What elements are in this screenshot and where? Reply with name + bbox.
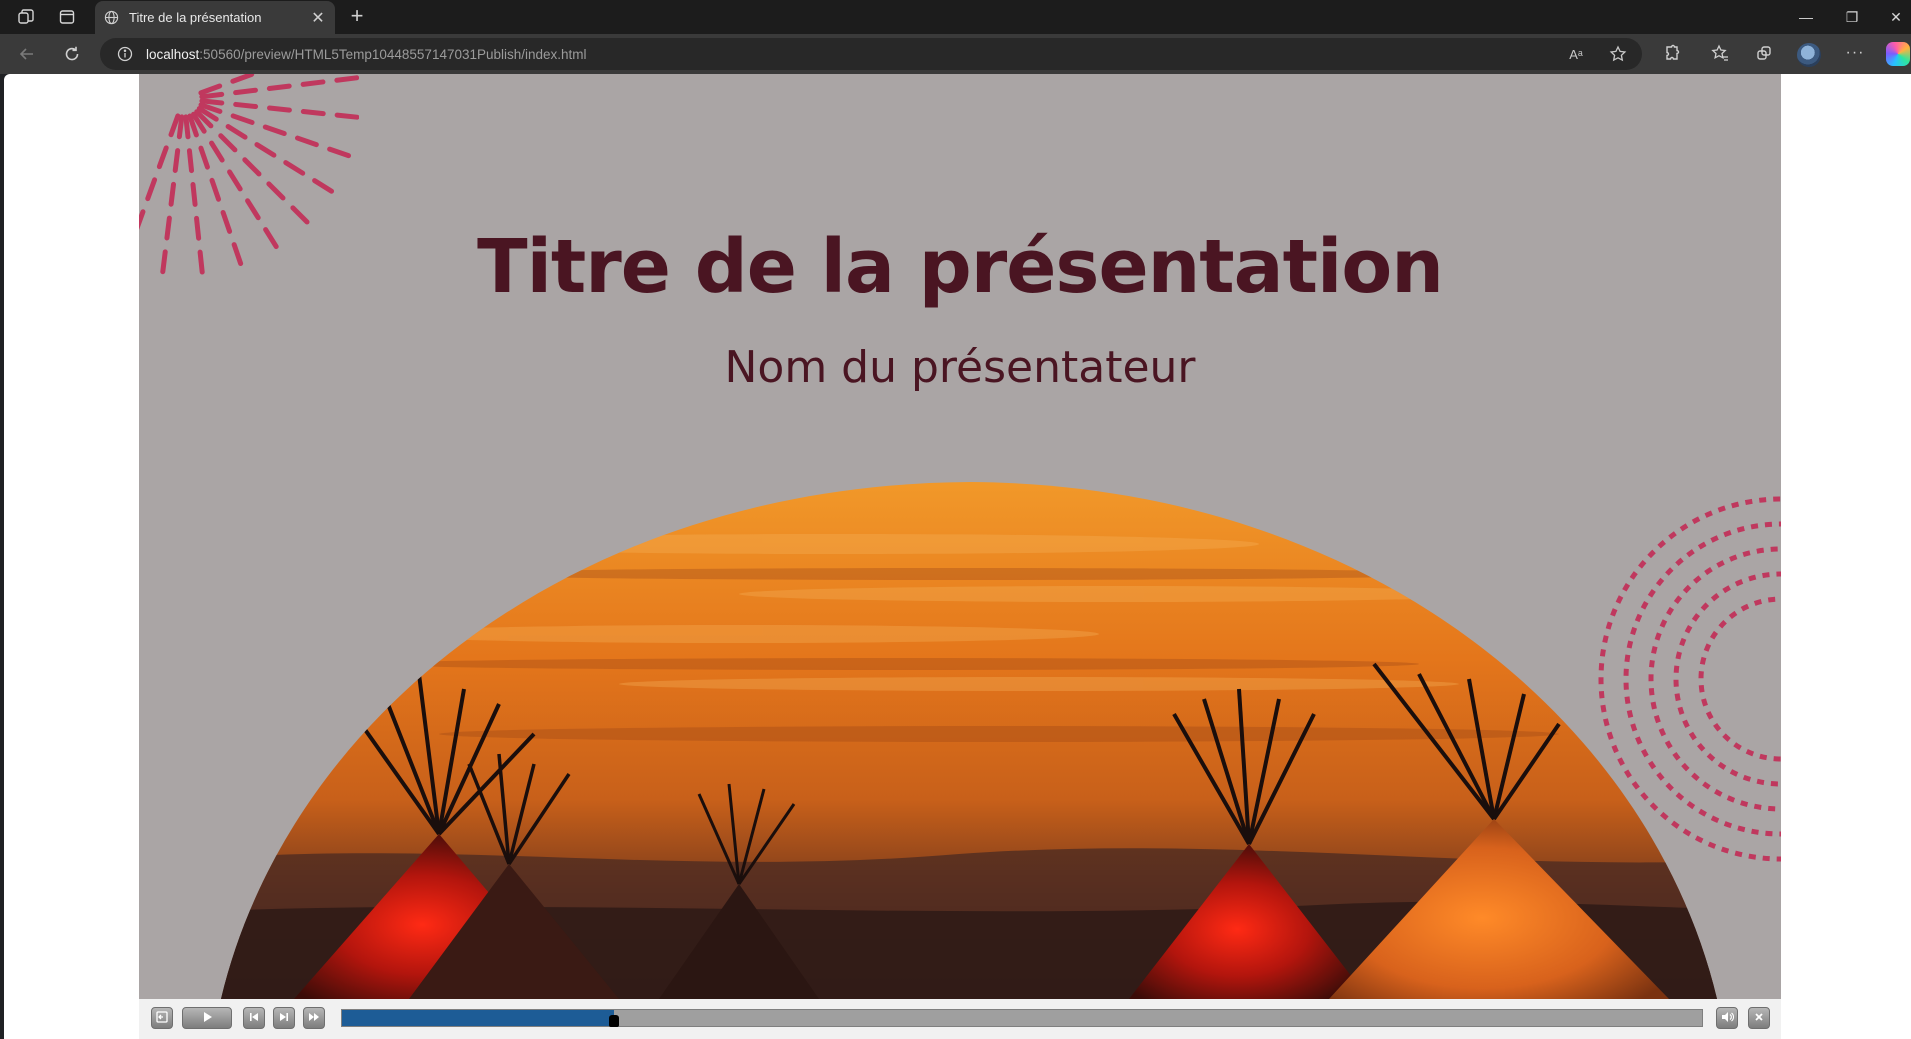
- tab-active[interactable]: Titre de la présentation ✕: [95, 1, 335, 34]
- player-controls: [139, 999, 1781, 1039]
- tab-actions-icon[interactable]: [57, 7, 77, 27]
- skip-back-icon: [248, 1011, 260, 1026]
- play-icon: [201, 1011, 213, 1026]
- collections-icon[interactable]: [1753, 42, 1775, 64]
- back-icon[interactable]: [14, 41, 40, 67]
- profile-avatar[interactable]: [1797, 43, 1821, 67]
- browser-toolbar: localhost:50560/preview/HTML5Temp1044855…: [0, 34, 1911, 74]
- tab-title: Titre de la présentation: [129, 10, 262, 25]
- tab-close-icon[interactable]: ✕: [307, 7, 329, 29]
- site-info-icon[interactable]: [116, 45, 134, 63]
- extensions-icon[interactable]: [1660, 42, 1682, 64]
- volume-button[interactable]: [1716, 1007, 1738, 1029]
- minimize-button[interactable]: —: [1783, 0, 1829, 34]
- fast-forward-icon: [308, 1011, 320, 1026]
- address-bar[interactable]: localhost:50560/preview/HTML5Temp1044855…: [100, 38, 1642, 70]
- fast-forward-button[interactable]: [303, 1007, 325, 1029]
- skip-forward-icon: [278, 1011, 290, 1026]
- volume-icon: [1721, 1011, 1734, 1026]
- slide-subtitle: Nom du présentateur: [724, 342, 1196, 393]
- favorite-star-icon[interactable]: [1608, 44, 1628, 64]
- maximize-button[interactable]: ❐: [1829, 0, 1875, 34]
- read-aloud-icon[interactable]: Aᵃ: [1566, 44, 1586, 64]
- exit-icon: [156, 1010, 168, 1026]
- close-icon: [1754, 1012, 1764, 1025]
- url-path: :50560/preview/HTML5Temp10448557147031Pu…: [199, 46, 587, 62]
- settings-menu-icon[interactable]: ···: [1844, 42, 1866, 64]
- play-button[interactable]: [182, 1007, 232, 1029]
- progress-thumb[interactable]: [609, 1015, 619, 1027]
- sunset-tipi-illustration: [221, 482, 1717, 999]
- url-host: localhost: [146, 46, 200, 62]
- title-bar: Titre de la présentation ✕ + — ❐ ✕: [0, 0, 1911, 34]
- url-text: localhost:50560/preview/HTML5Temp1044855…: [146, 47, 587, 62]
- exit-button[interactable]: [151, 1007, 173, 1029]
- workspaces-icon[interactable]: [16, 7, 36, 27]
- slide-player: Titre de la présentation Nom du présenta…: [139, 74, 1781, 1039]
- next-slide-button[interactable]: [273, 1007, 295, 1029]
- globe-icon: [103, 10, 119, 26]
- slide: Titre de la présentation Nom du présenta…: [139, 74, 1781, 999]
- copilot-icon[interactable]: [1886, 42, 1910, 66]
- slide-title: Titre de la présentation: [477, 224, 1444, 310]
- progress-fill: [342, 1010, 614, 1026]
- refresh-icon[interactable]: [59, 41, 85, 67]
- new-tab-button[interactable]: +: [346, 5, 368, 28]
- favorites-icon[interactable]: [1709, 42, 1731, 64]
- previous-slide-button[interactable]: [243, 1007, 265, 1029]
- close-player-button[interactable]: [1748, 1007, 1770, 1029]
- progress-bar[interactable]: [341, 1009, 1703, 1027]
- window-close-button[interactable]: ✕: [1873, 0, 1911, 34]
